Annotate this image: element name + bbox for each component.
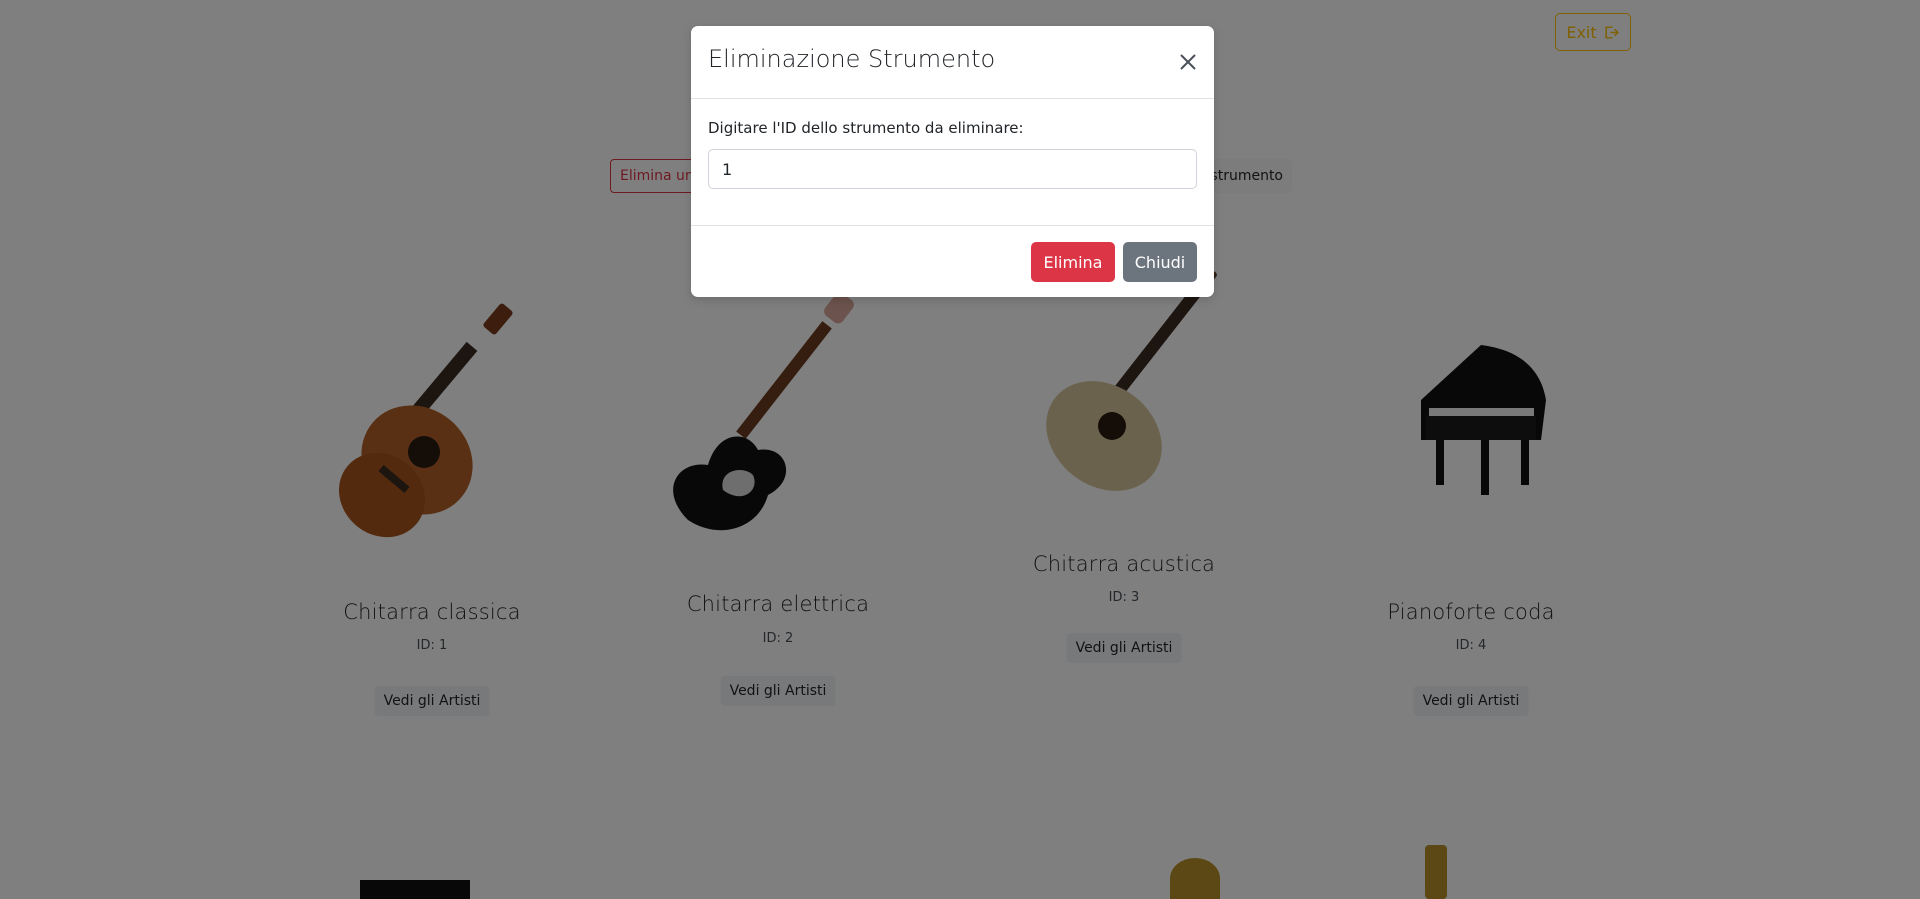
instrument-id-input[interactable] bbox=[708, 149, 1197, 189]
modal-header: Eliminazione Strumento bbox=[691, 26, 1214, 99]
delete-instrument-modal: Eliminazione Strumento Digitare l'ID del… bbox=[691, 26, 1214, 297]
instrument-id-label: Digitare l'ID dello strumento da elimina… bbox=[708, 119, 1024, 137]
confirm-delete-button[interactable]: Elimina bbox=[1031, 242, 1115, 282]
close-icon[interactable] bbox=[1176, 50, 1200, 74]
modal-footer: Elimina Chiudi bbox=[691, 226, 1214, 297]
modal-body: Digitare l'ID dello strumento da elimina… bbox=[691, 99, 1214, 226]
modal-title: Eliminazione Strumento bbox=[708, 45, 996, 73]
close-modal-button[interactable]: Chiudi bbox=[1123, 242, 1197, 282]
